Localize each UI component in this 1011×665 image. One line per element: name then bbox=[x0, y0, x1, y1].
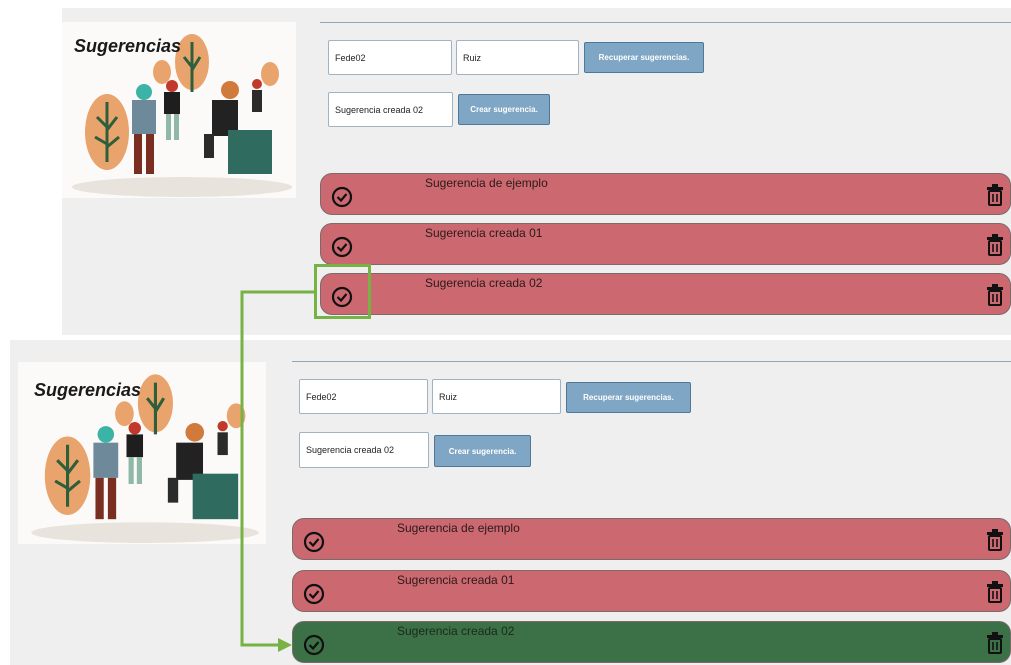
connector-arrow-icon bbox=[240, 290, 314, 652]
